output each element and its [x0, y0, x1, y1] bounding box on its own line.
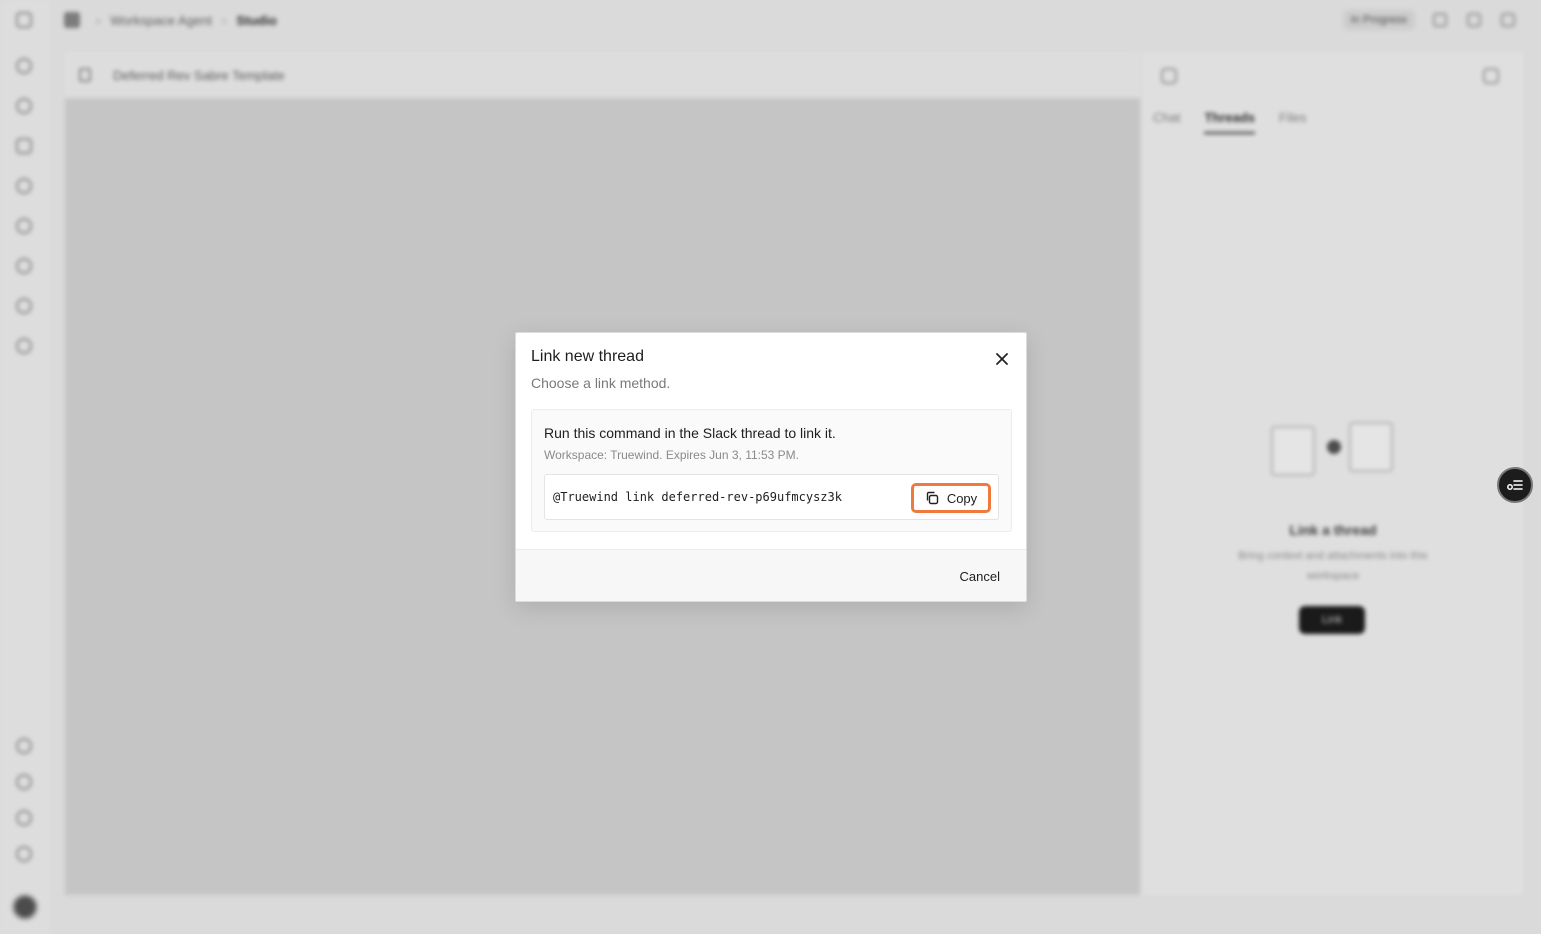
slack-command-method: Run this command in the Slack thread to … [531, 409, 1012, 532]
cancel-button[interactable]: Cancel [960, 569, 1000, 584]
dialog-title: Link new thread [531, 348, 644, 365]
thread-list-fab[interactable] [1497, 467, 1533, 503]
command-box: @Truewind link deferred-rev-p69ufmcysz3k… [544, 474, 999, 520]
copy-label: Copy [946, 490, 978, 506]
dialog-footer: Cancel [516, 549, 1026, 601]
thread-list-icon [1507, 480, 1523, 490]
link-thread-dialog: Link new thread Choose a link method. Ru… [515, 332, 1027, 602]
dialog-subtitle: Choose a link method. [531, 375, 671, 391]
method-meta: Workspace: Truewind. Expires Jun 3, 11:5… [544, 448, 800, 462]
close-button[interactable] [992, 349, 1012, 369]
method-title: Run this command in the Slack thread to … [544, 425, 836, 441]
copy-icon [926, 491, 939, 505]
close-icon [996, 353, 1008, 365]
command-text[interactable]: @Truewind link deferred-rev-p69ufmcysz3k [553, 490, 842, 504]
copy-button[interactable]: Copy [911, 483, 991, 513]
